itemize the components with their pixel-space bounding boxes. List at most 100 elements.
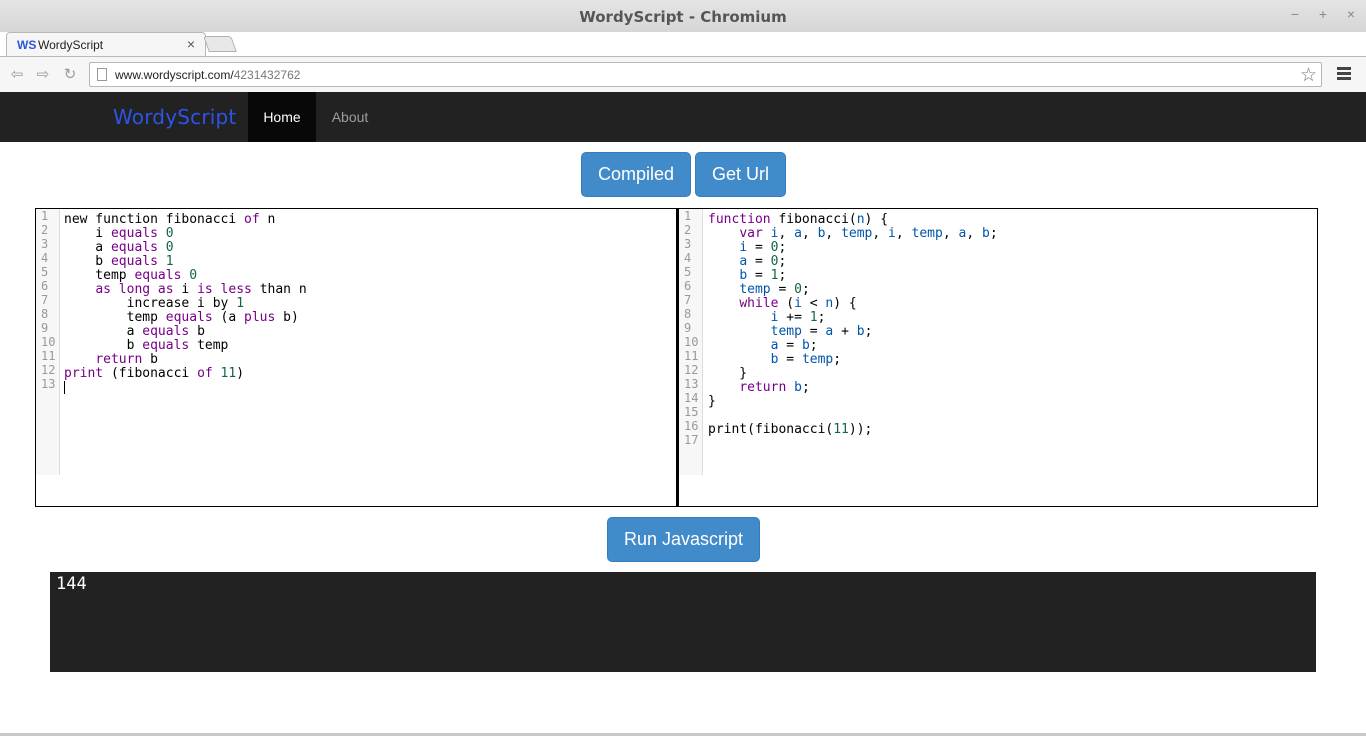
- code-token: equals: [142, 324, 190, 339]
- browser-tab[interactable]: WS WordyScript ×: [6, 32, 206, 56]
- code-token: }: [708, 394, 716, 409]
- code-line: return b: [64, 353, 307, 367]
- nav-about[interactable]: About: [316, 92, 384, 142]
- browser-toolbar: ⇦ ⇨ ↻ www.wordyscript.com/4231432762 ☆: [0, 56, 1366, 92]
- code-line: a equals 0: [64, 241, 307, 255]
- line-number: 6: [684, 279, 692, 293]
- code-line: b equals temp: [64, 339, 307, 353]
- code-line: a = 0;: [708, 255, 998, 269]
- line-number: 7: [41, 293, 49, 307]
- window-titlebar: WordyScript - Chromium − + ×: [0, 0, 1366, 32]
- maximize-icon[interactable]: +: [1313, 6, 1333, 22]
- tab-close-icon[interactable]: ×: [187, 36, 195, 52]
- code-token: temp: [911, 226, 943, 241]
- url-text[interactable]: www.wordyscript.com/4231432762: [115, 68, 300, 82]
- code-token: ) {: [833, 296, 857, 311]
- code-line: increase i by 1: [64, 297, 307, 311]
- code-token: 0: [189, 268, 198, 283]
- code-token: n: [856, 212, 865, 227]
- code-token: ;: [817, 310, 826, 325]
- line-number: 12: [684, 363, 699, 377]
- code-token: equals: [142, 338, 190, 353]
- line-number: 10: [41, 335, 56, 349]
- code-token: <: [801, 296, 826, 311]
- source-editor[interactable]: 1 2 3 4 5 6 7 8 9 10 11 12 13 new function fibonacci…: [35, 208, 677, 507]
- code-line: new function fibonacci of n: [64, 213, 307, 227]
- code-token: b: [856, 324, 865, 339]
- new-tab-button[interactable]: [203, 36, 237, 52]
- code-token: ;: [989, 226, 998, 241]
- code-token: a: [739, 254, 748, 269]
- text-cursor: [64, 381, 65, 394]
- code-token: ;: [778, 268, 787, 283]
- code-token: temp: [189, 338, 229, 353]
- code-line: b = temp;: [708, 353, 998, 367]
- code-token: 1: [165, 254, 174, 269]
- site-brand[interactable]: WordyScript: [113, 105, 236, 129]
- forward-icon[interactable]: ⇨: [33, 65, 53, 83]
- code-token: =: [770, 282, 795, 297]
- url-host: www.wordyscript.com/: [115, 68, 234, 82]
- compiled-editor[interactable]: 1 2 3 4 5 6 7 8 9 10 11 12 13 14 15 16 17 function fibon…: [677, 208, 1318, 507]
- close-window-icon[interactable]: ×: [1341, 6, 1361, 22]
- code-token: equals: [110, 240, 158, 255]
- line-number: 3: [41, 237, 49, 251]
- line-number: 9: [684, 321, 692, 335]
- code-token: b: [739, 268, 748, 283]
- site-navbar: WordyScript Home About: [0, 92, 1366, 142]
- code-token: print: [64, 366, 104, 381]
- get-url-button[interactable]: Get Url: [695, 152, 786, 197]
- run-javascript-button[interactable]: Run Javascript: [607, 517, 760, 562]
- code-token: ) {: [864, 212, 889, 227]
- code-token: of: [244, 212, 260, 227]
- code-token: 0: [165, 226, 174, 241]
- compiled-gutter: 1 2 3 4 5 6 7 8 9 10 11 12 13 14 15 16 17: [679, 209, 703, 475]
- compiled-button[interactable]: Compiled: [581, 152, 691, 197]
- line-number: 2: [41, 223, 49, 237]
- output-text: 144: [56, 574, 87, 594]
- code-token: +=: [778, 310, 810, 325]
- compiled-code[interactable]: function fibonacci(n) { var i, a, b, tem…: [708, 213, 998, 451]
- code-token: n: [259, 212, 276, 227]
- code-token: plus: [244, 310, 276, 325]
- code-token: temp: [64, 268, 135, 283]
- code-token: ,: [942, 226, 959, 241]
- address-bar[interactable]: www.wordyscript.com/4231432762 ☆: [89, 62, 1322, 87]
- code-token: ,: [825, 226, 842, 241]
- code-token: i: [64, 226, 111, 241]
- url-path: 4231432762: [233, 68, 301, 82]
- code-token: b: [64, 254, 111, 269]
- line-number: 8: [684, 307, 692, 321]
- code-line: a equals b: [64, 325, 307, 339]
- source-code[interactable]: new function fibonacci of n i equals 0 a…: [64, 213, 307, 395]
- line-number: 16: [684, 419, 699, 433]
- reload-icon[interactable]: ↻: [60, 65, 80, 83]
- code-line: temp = 0;: [708, 283, 998, 297]
- line-number: 14: [684, 391, 699, 405]
- browser-menu-icon[interactable]: [1337, 67, 1351, 82]
- bookmark-star-icon[interactable]: ☆: [1300, 64, 1317, 87]
- code-line: function fibonacci(n) {: [708, 213, 998, 227]
- code-token: temp: [739, 282, 771, 297]
- code-token: =: [778, 338, 802, 353]
- code-token: b: [981, 226, 990, 241]
- code-line: }: [708, 367, 998, 381]
- nav-home[interactable]: Home: [248, 92, 316, 142]
- code-token: a: [64, 324, 143, 339]
- code-token: }: [708, 366, 748, 381]
- code-token: equals: [165, 310, 213, 325]
- code-token: a: [794, 226, 802, 241]
- back-icon[interactable]: ⇦: [7, 65, 27, 83]
- code-token: a: [64, 240, 111, 255]
- code-line: return b;: [708, 381, 998, 395]
- minimize-icon[interactable]: −: [1285, 6, 1305, 22]
